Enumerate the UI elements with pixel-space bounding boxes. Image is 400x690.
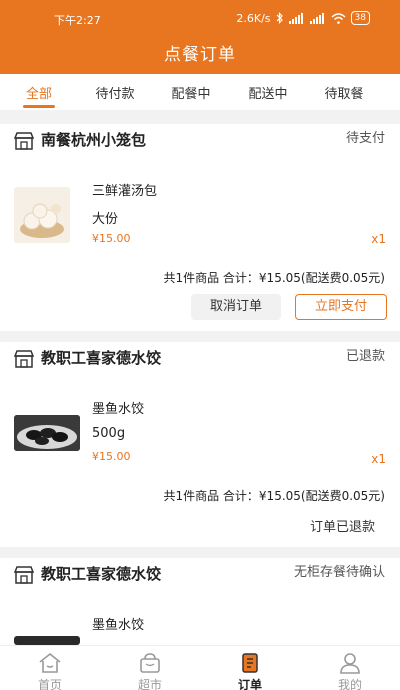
order-card-header: 教职工喜家德水饺 已退款 [0,342,400,378]
item-name: 三鲜灌汤包 [92,184,158,199]
nav-supermarket[interactable]: 超市 [100,646,200,690]
cancel-order-button[interactable]: 取消订单 [191,294,281,320]
network-speed: 2.6K/s [236,11,271,25]
page-title: 点餐订单 [164,45,236,65]
nav-orders[interactable]: 订单 [200,646,300,690]
order-icon [242,653,258,673]
refund-status-text: 订单已退款 [309,520,375,535]
pay-now-button[interactable]: 立即支付 [295,294,387,320]
status-time: 下午2:27 [54,14,101,27]
item-price: ¥15.00 [92,450,131,463]
item-price: ¥15.00 [92,232,131,245]
nav-home[interactable]: 首页 [0,646,100,690]
home-icon [39,652,61,673]
order-tabs: 全部 待付款 配餐中 配送中 待取餐 [0,74,400,110]
item-name: 墨鱼水饺 [92,402,145,417]
nav-label: 我的 [337,678,362,690]
user-icon [340,653,360,674]
order-card-header: 南餐杭州小笼包 待支付 [0,124,400,160]
nav-profile[interactable]: 我的 [300,646,400,690]
item-name: 墨鱼水饺 [92,618,145,633]
item-quantity: x1 [371,232,386,246]
status-bar: 下午2:27 2.6K/s 38 [0,0,400,36]
basket-icon [140,653,160,673]
food-image[interactable] [14,415,80,451]
shop-name[interactable]: 南餐杭州小笼包 [41,129,146,150]
status-indicators: 2.6K/s 38 [236,11,370,25]
item-spec: 500g [92,426,126,441]
order-card[interactable]: 南餐杭州小笼包 待支付 三鲜灌汤包 大份 ¥15.00 x1 共1件商品 合计：… [0,124,400,331]
order-status: 已退款 [345,349,385,364]
order-card[interactable]: 教职工喜家德水饺 无柜存餐待确认 墨鱼水饺 [0,558,400,645]
soup-dumpling-image [14,187,70,243]
tab-all[interactable]: 全部 [9,83,69,102]
order-status: 无柜存餐待确认 [293,565,385,580]
nav-label: 订单 [237,678,262,690]
order-total: 共1件商品 合计：¥15.05(配送费0.05元) [163,271,385,285]
item-spec: 大份 [92,212,119,227]
bluetooth-icon [276,12,283,24]
order-total: 共1件商品 合计：¥15.05(配送费0.05元) [163,489,385,503]
signal-icon [288,12,303,24]
bottom-navigation: 首页 超市 订单 我的 [0,645,400,690]
order-card-header: 教职工喜家德水饺 无柜存餐待确认 [0,558,400,594]
order-card[interactable]: 教职工喜家德水饺 已退款 墨鱼水饺 500g ¥15.00 x1 共1件商品 合… [0,342,400,547]
shop-icon [13,350,35,368]
tab-delivering[interactable]: 配送中 [238,83,298,102]
tab-active-indicator [23,105,55,108]
app-header: 下午2:27 2.6K/s 38 点餐订单 [0,0,400,74]
tab-awaiting-pickup[interactable]: 待取餐 [314,83,374,102]
item-quantity: x1 [371,452,386,466]
wifi-icon [331,12,346,24]
shop-name[interactable]: 教职工喜家德水饺 [41,347,161,368]
tab-preparing[interactable]: 配餐中 [161,83,221,102]
order-status: 待支付 [345,131,385,146]
tab-pending-payment[interactable]: 待付款 [85,83,145,102]
shop-icon [13,566,35,584]
battery-icon: 38 [350,11,370,25]
signal-icon-2 [309,12,324,24]
nav-label: 首页 [37,678,62,690]
nav-label: 超市 [137,678,162,690]
shop-name[interactable]: 教职工喜家德水饺 [41,563,161,584]
shop-icon [13,132,35,150]
food-image[interactable] [14,187,70,243]
food-image[interactable] [14,636,80,645]
dumpling-image [14,415,80,451]
